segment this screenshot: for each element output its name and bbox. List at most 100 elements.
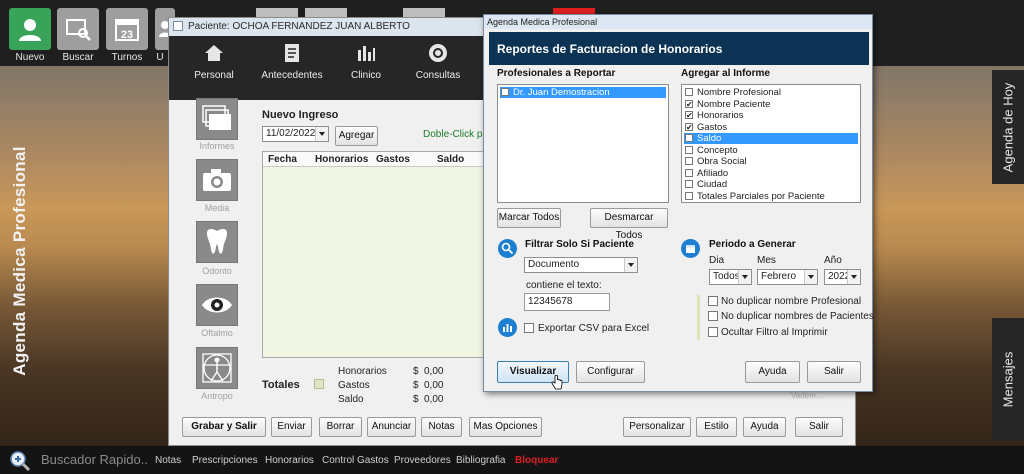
link-notas[interactable]: Notas — [155, 455, 181, 466]
month-select[interactable]: Febrero — [757, 269, 818, 285]
mark-all-button[interactable]: Marcar Todos — [497, 208, 561, 228]
appointments-button[interactable]: 23 — [106, 8, 148, 50]
link-proveedores[interactable]: Proveedores — [394, 455, 451, 466]
field-item-label: Obra Social — [697, 156, 747, 167]
refresh-icon — [429, 44, 447, 62]
odonto-button[interactable] — [196, 221, 238, 263]
link-honorarios[interactable]: Honorarios — [265, 455, 314, 466]
customize-button[interactable]: Personalizar — [623, 417, 691, 437]
tab-antecedentes[interactable]: Antecedentes — [257, 36, 327, 100]
profesionales-list[interactable]: ✔ Dr. Juan Demostracion — [497, 84, 669, 203]
chevron-down-icon — [315, 127, 328, 141]
delete-button[interactable]: Borrar — [319, 417, 362, 437]
export-csv-checkbox[interactable] — [524, 323, 534, 333]
field-item[interactable]: ✔ Saldo — [684, 133, 858, 144]
style-button[interactable]: Estilo — [696, 417, 737, 437]
entry-date-value: 11/02/2022 — [266, 128, 316, 139]
checkbox-checked[interactable]: ✔ — [685, 111, 693, 120]
save-and-exit-button[interactable]: Grabar y Salir — [182, 417, 266, 437]
zoom-search-icon[interactable] — [9, 450, 31, 472]
checkbox-unchecked[interactable] — [685, 157, 693, 165]
checkbox-checked[interactable]: ✔ — [685, 134, 693, 143]
totals-honorarios-currency: $ — [413, 366, 419, 377]
filtro-title: Filtrar Solo Si Paciente — [525, 239, 634, 250]
filter-field-value: Documento — [528, 259, 580, 270]
tab-agenda-de-hoy[interactable]: Agenda de Hoy — [992, 70, 1024, 184]
media-button[interactable] — [196, 159, 238, 201]
announce-button[interactable]: Anunciar — [367, 417, 416, 437]
lock-link[interactable]: Bloquear — [515, 455, 558, 466]
checkbox-unchecked[interactable] — [685, 88, 693, 96]
informes-button[interactable] — [196, 98, 238, 140]
notes-button[interactable]: Notas — [421, 417, 462, 437]
link-control-gastos[interactable]: Control Gastos — [322, 455, 389, 466]
field-item[interactable]: Afiliado — [684, 168, 858, 179]
antropo-label: Antropo — [201, 391, 233, 401]
chevron-down-icon — [624, 258, 637, 272]
field-item[interactable]: ✔ Gastos — [684, 122, 858, 133]
col-saldo[interactable]: Saldo — [437, 154, 464, 165]
house-icon — [205, 45, 223, 61]
checkbox-checked[interactable]: ✔ — [501, 88, 509, 97]
antropo-button[interactable] — [196, 347, 238, 389]
field-item-label: Ciudad — [697, 179, 728, 190]
exit-button[interactable]: Salir — [795, 417, 843, 437]
link-prescripciones[interactable]: Prescripciones — [192, 455, 258, 466]
unmark-all-button[interactable]: Desmarcar Todos — [590, 208, 668, 241]
tab-clinico[interactable]: Clinico — [341, 36, 391, 100]
day-select[interactable]: Todos — [709, 269, 752, 285]
no-dup-profesional-checkbox[interactable] — [708, 296, 718, 306]
quick-search-input[interactable]: Buscador Rapido.. — [41, 452, 148, 467]
oftalmo-button[interactable] — [196, 284, 238, 326]
tab-consultas[interactable]: Consultas — [412, 36, 464, 100]
checkbox-checked[interactable]: ✔ — [685, 99, 693, 108]
configure-button[interactable]: Configurar — [576, 361, 645, 383]
agregar-list[interactable]: Nombre Profesional ✔ Nombre Paciente ✔ Hon… — [681, 84, 861, 203]
camera-icon — [203, 169, 231, 191]
field-item[interactable]: ✔ Nombre Paciente — [684, 99, 858, 110]
year-select[interactable]: 2022 — [824, 269, 861, 285]
appointments-label: Turnos — [111, 52, 143, 63]
add-entry-button[interactable]: Agregar — [335, 126, 378, 146]
hide-filter-checkbox[interactable] — [708, 327, 718, 337]
no-dup-pacientes-checkbox[interactable] — [708, 311, 718, 321]
entry-date-picker[interactable]: 11/02/2022 — [262, 126, 329, 142]
checkbox-unchecked[interactable] — [685, 168, 693, 177]
checkbox-checked[interactable]: ✔ — [685, 122, 693, 131]
more-options-button[interactable]: Mas Opciones — [469, 417, 542, 437]
help-button[interactable]: Ayuda — [743, 417, 786, 437]
field-item[interactable]: Nombre Profesional — [684, 87, 858, 98]
col-gastos[interactable]: Gastos — [376, 154, 410, 165]
tab-personal[interactable]: Personal — [189, 36, 239, 100]
users-label: U — [156, 52, 164, 63]
checkbox-unchecked[interactable] — [685, 191, 693, 200]
patient-window-title: Paciente: OCHOA FERNANDEZ JUAN ALBERTO — [188, 21, 410, 32]
dialog-help-button[interactable]: Ayuda — [745, 361, 800, 383]
field-item[interactable]: Obra Social — [684, 156, 858, 167]
tab-mensajes[interactable]: Mensajes — [992, 318, 1024, 440]
tab-agenda-de-hoy-label: Agenda de Hoy — [1000, 82, 1016, 172]
filter-text-input[interactable]: 12345678 — [524, 293, 610, 311]
dialog-exit-button[interactable]: Salir — [807, 361, 861, 383]
field-item-label: Totales Parciales por Paciente — [697, 190, 825, 202]
field-item[interactable]: Totales Parciales por Paciente — [684, 191, 858, 202]
field-item-label: Concepto — [697, 144, 738, 156]
filter-field-select[interactable]: Documento — [524, 257, 638, 273]
export-csv-label: Exportar CSV para Excel — [538, 323, 650, 334]
oftalmo-label: Oftalmo — [201, 328, 233, 338]
send-button[interactable]: Enviar — [271, 417, 312, 437]
field-item[interactable]: Ciudad — [684, 179, 858, 190]
calendar-icon: 23 — [115, 19, 139, 41]
field-item-label: Nombre Paciente — [697, 98, 771, 110]
search-button[interactable] — [57, 8, 99, 50]
checkbox-unchecked[interactable] — [685, 145, 693, 154]
profesional-item[interactable]: ✔ Dr. Juan Demostracion — [500, 87, 666, 98]
field-item[interactable]: Concepto — [684, 145, 858, 156]
col-fecha[interactable]: Fecha — [268, 154, 297, 165]
checkbox-unchecked[interactable] — [685, 180, 693, 188]
link-bibliografia[interactable]: Bibliografia — [456, 455, 505, 466]
new-patient-button[interactable] — [9, 8, 51, 50]
col-honorarios[interactable]: Honorarios — [315, 154, 368, 165]
field-item[interactable]: ✔ Honorarios — [684, 110, 858, 121]
entries-table[interactable]: Fecha Honorarios Gastos Saldo — [262, 151, 484, 358]
